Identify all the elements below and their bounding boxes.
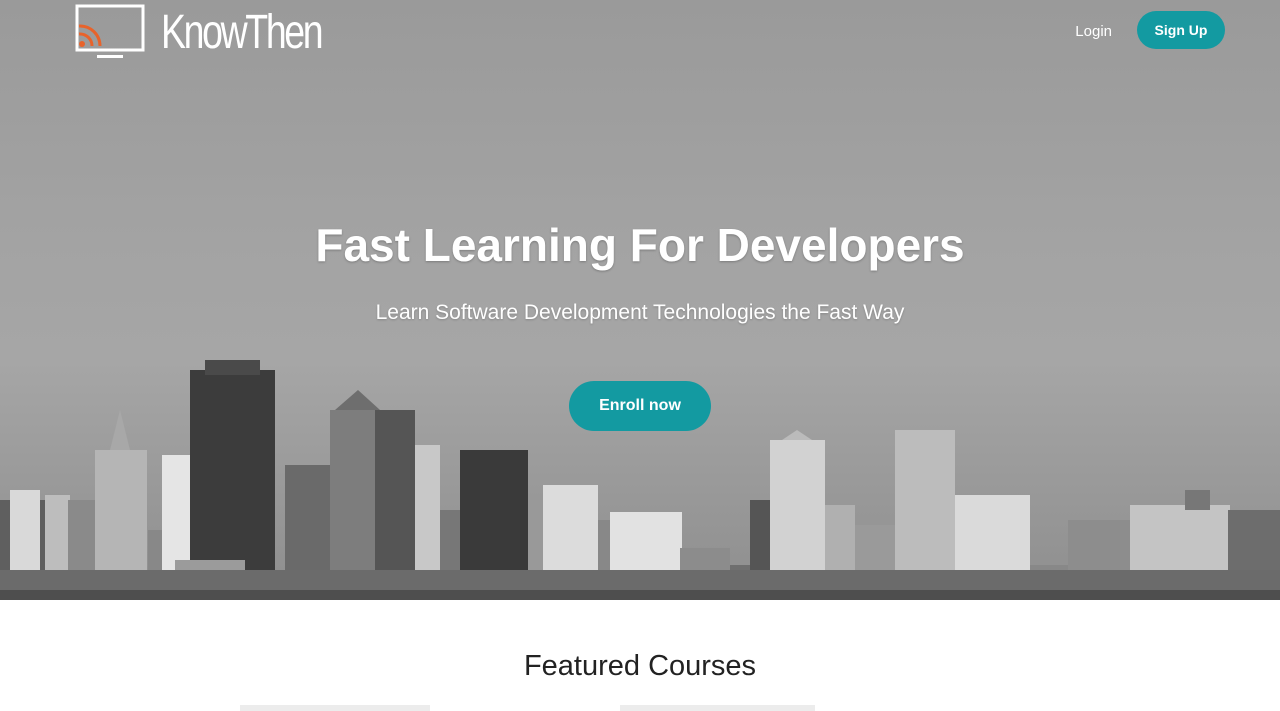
skyline-background	[0, 360, 1280, 600]
hero-title: Fast Learning For Developers	[315, 219, 965, 271]
logo[interactable]: KnowThen	[75, 4, 366, 60]
course-card-1[interactable]	[240, 705, 430, 711]
top-nav: Login Sign Up	[1075, 11, 1225, 49]
hero-subtitle: Learn Software Development Technologies …	[375, 301, 905, 324]
enroll-now-button[interactable]: Enroll now	[569, 381, 711, 431]
hero-section: KnowThen Login Sign Up Fast Learning For…	[0, 0, 1280, 600]
login-link[interactable]: Login	[1075, 23, 1112, 40]
featured-courses-heading: Featured Courses	[523, 650, 757, 682]
sign-up-button[interactable]: Sign Up	[1137, 11, 1225, 49]
brand-name: KnowThen	[161, 6, 324, 59]
course-card-2[interactable]	[620, 705, 815, 711]
monitor-rss-icon	[75, 4, 145, 58]
